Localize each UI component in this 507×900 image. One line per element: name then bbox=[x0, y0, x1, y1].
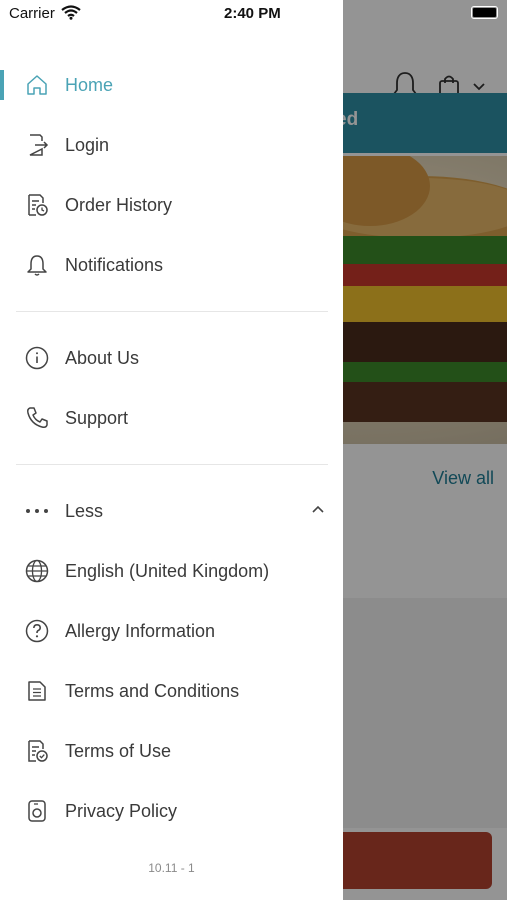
clock: 2:40 PM bbox=[224, 5, 281, 22]
login-icon bbox=[24, 132, 50, 158]
menu-item-about-us[interactable]: About Us bbox=[0, 333, 343, 383]
menu-item-notifications[interactable]: Notifications bbox=[0, 240, 343, 290]
question-circle-icon bbox=[24, 618, 50, 644]
menu-item-terms-and-conditions[interactable]: Terms and Conditions bbox=[0, 666, 343, 716]
status-bar: Carrier 2:40 PM bbox=[0, 0, 507, 28]
menu-item-language[interactable]: English (United Kingdom) bbox=[0, 546, 343, 596]
divider bbox=[16, 464, 328, 465]
menu-label-login: Login bbox=[65, 134, 110, 155]
menu-label-support: Support bbox=[65, 407, 129, 428]
menu-label-terms-and-conditions: Terms and Conditions bbox=[65, 680, 240, 701]
menu-item-home[interactable]: Home bbox=[0, 60, 343, 110]
menu-label-home: Home bbox=[65, 74, 114, 95]
receipt-clock-icon bbox=[24, 192, 50, 218]
divider bbox=[16, 311, 328, 312]
globe-icon bbox=[24, 558, 50, 584]
battery-icon bbox=[471, 6, 498, 19]
menu-label-less: Less bbox=[65, 500, 104, 521]
menu-label-privacy-policy: Privacy Policy bbox=[65, 800, 178, 821]
document-icon bbox=[24, 678, 50, 704]
menu-label-notifications: Notifications bbox=[65, 254, 164, 275]
menu-item-login[interactable]: Login bbox=[0, 120, 343, 170]
menu-item-support[interactable]: Support bbox=[0, 393, 343, 443]
home-icon bbox=[24, 72, 50, 98]
menu-label-allergy-information: Allergy Information bbox=[65, 620, 216, 641]
bell-icon bbox=[24, 252, 50, 278]
menu-label-order-history: Order History bbox=[65, 194, 173, 215]
more-dots-icon bbox=[24, 498, 50, 524]
menu-label-language: English (United Kingdom) bbox=[65, 560, 270, 581]
menu-label-terms-of-use: Terms of Use bbox=[65, 740, 172, 761]
privacy-icon bbox=[24, 798, 50, 824]
menu-item-less[interactable]: Less bbox=[0, 486, 343, 536]
menu-item-allergy-information[interactable]: Allergy Information bbox=[0, 606, 343, 656]
side-drawer: Home Login Order History Notifications A… bbox=[0, 0, 343, 900]
menu-label-about-us: About Us bbox=[65, 347, 140, 368]
document-check-icon bbox=[24, 738, 50, 764]
chevron-up-icon[interactable] bbox=[311, 504, 325, 518]
wifi-icon bbox=[61, 5, 81, 20]
info-icon bbox=[24, 345, 50, 371]
menu-item-privacy-policy[interactable]: Privacy Policy bbox=[0, 786, 343, 836]
app-version: 10.11 - 1 bbox=[148, 861, 195, 875]
carrier-label: Carrier bbox=[9, 5, 55, 22]
menu-item-order-history[interactable]: Order History bbox=[0, 180, 343, 230]
phone-icon bbox=[24, 405, 50, 431]
menu-item-terms-of-use[interactable]: Terms of Use bbox=[0, 726, 343, 776]
